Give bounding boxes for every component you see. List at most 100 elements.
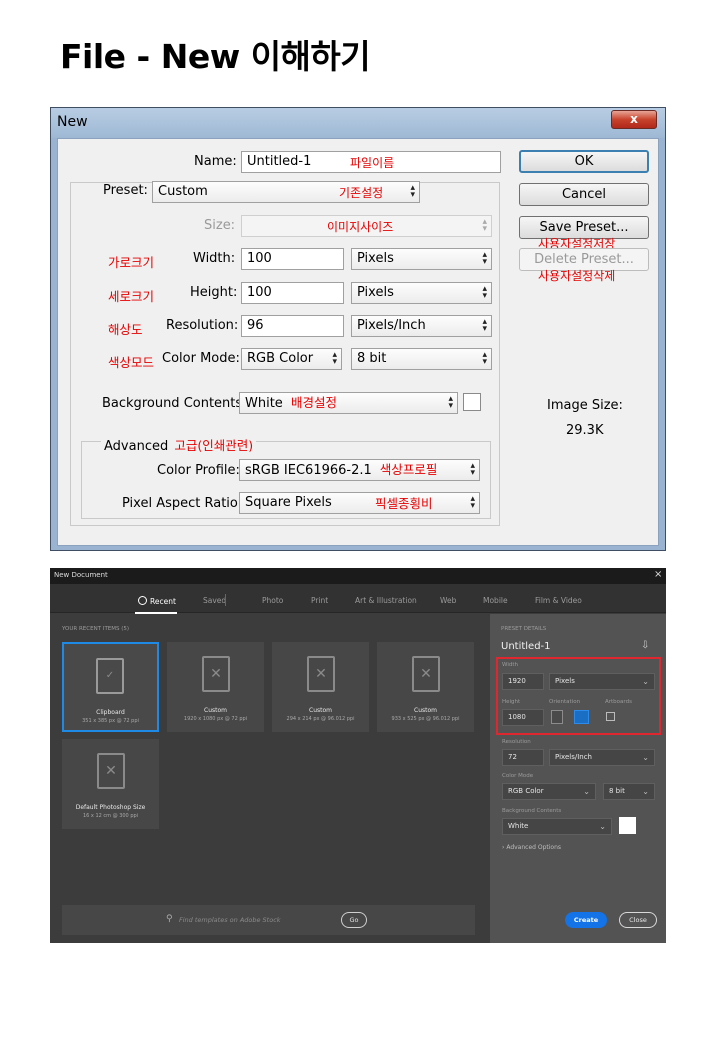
bg-color-swatch[interactable]	[463, 393, 481, 411]
save-preset-icon[interactable]: ⇩	[641, 640, 649, 651]
colormode-value: RGB Color	[508, 787, 544, 795]
recent-item-card[interactable]: ✕ Default Photoshop Size 16 x 12 cm @ 30…	[62, 739, 159, 829]
preset-details-panel: PRESET DETAILS Untitled-1 ⇩ Width 1920 P…	[490, 614, 666, 943]
recent-item-name: Custom	[204, 707, 227, 714]
profile-label: Color Profile:	[157, 463, 240, 478]
height-field[interactable]: 100	[241, 282, 344, 304]
height-input[interactable]: 1080	[502, 709, 544, 726]
recent-item-name: Default Photoshop Size	[75, 804, 146, 811]
recent-item-size: 351 x 385 px @ 72 ppi	[82, 718, 139, 724]
profile-value: sRGB IEC61966-2.1	[245, 463, 372, 478]
recent-item-card[interactable]: ✕ Custom 294 x 214 px @ 96.012 ppi	[272, 642, 369, 732]
size-label: Size:	[204, 218, 236, 233]
tab-recent[interactable]: Recent	[138, 596, 176, 606]
name-field[interactable]: Untitled-1 파일이름	[241, 151, 501, 173]
bg-note: 배경설정	[290, 395, 337, 410]
go-button[interactable]: Go	[341, 912, 367, 928]
page-title: File - New 이해하기	[60, 37, 371, 76]
chevron-updown-icon: ▴ ▾	[482, 217, 487, 234]
chevron-updown-icon: ▴ ▾	[482, 250, 487, 267]
aspect-dropdown[interactable]: Square Pixels 픽셀종횡비 ▴ ▾	[239, 492, 480, 514]
tab-recent-label: Recent	[150, 597, 176, 606]
name-value: Untitled-1	[247, 154, 312, 169]
width-field[interactable]: 100	[241, 248, 344, 270]
close-button[interactable]: x	[611, 110, 657, 129]
resolution-unit-dropdown[interactable]: Pixels/Inch ⌄	[549, 749, 655, 766]
close-button[interactable]: Close	[619, 912, 657, 928]
bitdepth-dropdown[interactable]: 8 bit ▴ ▾	[351, 348, 492, 370]
resolution-field[interactable]: 96	[241, 315, 344, 337]
recent-item-card[interactable]: ✓ Clipboard 351 x 385 px @ 72 ppi	[62, 642, 159, 732]
recent-item-name: Clipboard	[96, 709, 125, 716]
modern-new-document: New Document × Recent Saved Photo Print …	[50, 568, 666, 943]
document-icon: ✕	[307, 656, 335, 692]
width-unit-dropdown[interactable]: Pixels ▴ ▾	[351, 248, 492, 270]
tab-photo[interactable]: Photo	[262, 596, 283, 605]
close-icon[interactable]: ×	[654, 569, 662, 580]
document-icon: ✕	[202, 656, 230, 692]
chevron-right-icon: ›	[502, 844, 505, 851]
chevron-down-icon: ⌄	[583, 787, 590, 796]
modern-titlebar	[50, 568, 666, 584]
image-size-label: Image Size:	[547, 398, 623, 413]
width-unit-dropdown[interactable]: Pixels ⌄	[549, 673, 655, 690]
resolution-input[interactable]: 72	[502, 749, 544, 766]
colormode-note: 색상모드	[108, 355, 155, 370]
colormode-dropdown[interactable]: RGB Color ⌄	[502, 783, 596, 800]
tab-separator	[225, 594, 226, 606]
resolution-unit-dropdown[interactable]: Pixels/Inch ▴ ▾	[351, 315, 492, 337]
tab-web[interactable]: Web	[440, 596, 456, 605]
preset-dropdown[interactable]: Custom 기존설정 ▴ ▾	[152, 181, 420, 203]
advanced-options-toggle[interactable]: › Advanced Options	[502, 844, 561, 851]
cancel-button[interactable]: Cancel	[519, 183, 649, 206]
chevron-updown-icon: ▴ ▾	[448, 394, 453, 411]
name-note: 파일이름	[350, 156, 395, 170]
name-label: Name:	[194, 154, 237, 169]
bg-value: White	[245, 396, 283, 411]
height-note: 세로크기	[108, 289, 155, 304]
width-label: Width	[502, 662, 518, 668]
bitdepth-value: 8 bit	[609, 787, 625, 795]
bg-dropdown[interactable]: White ⌄	[502, 818, 612, 835]
height-unit-dropdown[interactable]: Pixels ▴ ▾	[351, 282, 492, 304]
tab-mobile[interactable]: Mobile	[483, 596, 508, 605]
resolution-unit-value: Pixels/Inch	[555, 753, 592, 761]
landscape-icon[interactable]	[574, 710, 589, 724]
active-tab-underline	[135, 612, 177, 614]
document-icon: ✕	[97, 753, 125, 789]
advanced-options-label: Advanced Options	[506, 844, 562, 851]
portrait-icon[interactable]	[551, 710, 563, 724]
tab-saved[interactable]: Saved	[203, 596, 226, 605]
preset-note: 기존설정	[339, 186, 384, 200]
stock-search-bar[interactable]: ⚲ Find templates on Adobe Stock Go	[62, 905, 475, 935]
bg-dropdown[interactable]: White 배경설정 ▴ ▾	[239, 392, 458, 414]
dialog-client-area: Name: Untitled-1 파일이름 Preset: Custom 기존설…	[57, 138, 659, 546]
recent-item-size: 933 x 525 px @ 96.012 ppi	[391, 716, 460, 722]
chevron-updown-icon: ▴ ▾	[470, 461, 475, 478]
chevron-updown-icon: ▴ ▾	[482, 284, 487, 301]
tab-film-video[interactable]: Film & Video	[535, 596, 582, 605]
bg-color-swatch[interactable]	[619, 817, 636, 834]
chevron-updown-icon: ▴ ▾	[470, 494, 475, 511]
chevron-updown-icon: ▴ ▾	[482, 350, 487, 367]
tab-print[interactable]: Print	[311, 596, 328, 605]
colormode-label: Color Mode:	[162, 351, 240, 366]
orientation-label: Orientation	[549, 699, 581, 705]
ok-button[interactable]: OK	[519, 150, 649, 173]
recent-item-card[interactable]: ✕ Custom 1920 x 1080 px @ 72 ppi	[167, 642, 264, 732]
create-button[interactable]: Create	[565, 912, 607, 928]
search-placeholder: Find templates on Adobe Stock	[179, 916, 281, 924]
recent-item-card[interactable]: ✕ Custom 933 x 525 px @ 96.012 ppi	[377, 642, 474, 732]
artboards-checkbox[interactable]	[606, 712, 615, 721]
document-name[interactable]: Untitled-1	[501, 641, 551, 652]
chevron-updown-icon: ▴ ▾	[332, 350, 337, 367]
tab-art-illustration[interactable]: Art & Illustration	[355, 596, 417, 605]
bitdepth-dropdown[interactable]: 8 bit ⌄	[603, 783, 655, 800]
resolution-label: Resolution	[502, 739, 531, 745]
width-input[interactable]: 1920	[502, 673, 544, 690]
profile-dropdown[interactable]: sRGB IEC61966-2.1 색상프로필 ▴ ▾	[239, 459, 480, 481]
colormode-dropdown[interactable]: RGB Color ▴ ▾	[241, 348, 342, 370]
aspect-label: Pixel Aspect Ratio:	[122, 496, 243, 511]
classic-new-dialog: New x Name: Untitled-1 파일이름 Preset: Cust…	[50, 107, 666, 551]
image-size-value: 29.3K	[566, 423, 604, 438]
